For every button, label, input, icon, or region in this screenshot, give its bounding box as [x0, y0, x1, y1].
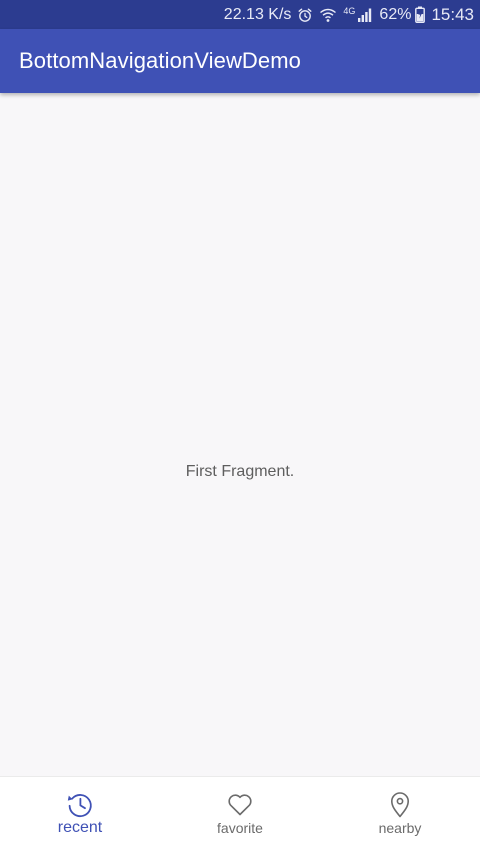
network-type-label: 4G — [343, 5, 356, 16]
alarm-icon — [297, 7, 313, 23]
app-title: BottomNavigationViewDemo — [19, 48, 302, 73]
nav-label-favorite: favorite — [217, 820, 263, 836]
nav-item-nearby[interactable]: nearby — [320, 777, 480, 853]
nav-item-recent[interactable]: recent — [0, 777, 160, 853]
network-type: 4G — [343, 6, 355, 16]
battery-percent: 62% — [379, 5, 412, 23]
nav-label-recent: recent — [57, 819, 103, 836]
network-speed: 22.13 K/s — [223, 5, 292, 23]
bottom-navigation: recent favorite nearby — [0, 776, 480, 853]
fragment-container: First Fragment. — [0, 93, 480, 776]
screen: 22.13 K/s 4G 62% 15:43 BottomNavigationV… — [0, 0, 480, 853]
wifi-icon — [319, 7, 337, 23]
signal-icon — [357, 7, 373, 23]
location-pin-icon — [385, 789, 415, 819]
fragment-message: First Fragment. — [185, 463, 295, 480]
clock: 15:43 — [431, 4, 474, 24]
status-bar: 22.13 K/s 4G 62% 15:43 — [0, 0, 480, 29]
history-icon — [65, 789, 95, 819]
app-bar: BottomNavigationViewDemo — [0, 29, 480, 93]
nav-item-favorite[interactable]: favorite — [160, 777, 320, 853]
nav-label-nearby: nearby — [378, 820, 422, 836]
battery-icon — [415, 6, 426, 23]
heart-icon — [225, 789, 255, 819]
